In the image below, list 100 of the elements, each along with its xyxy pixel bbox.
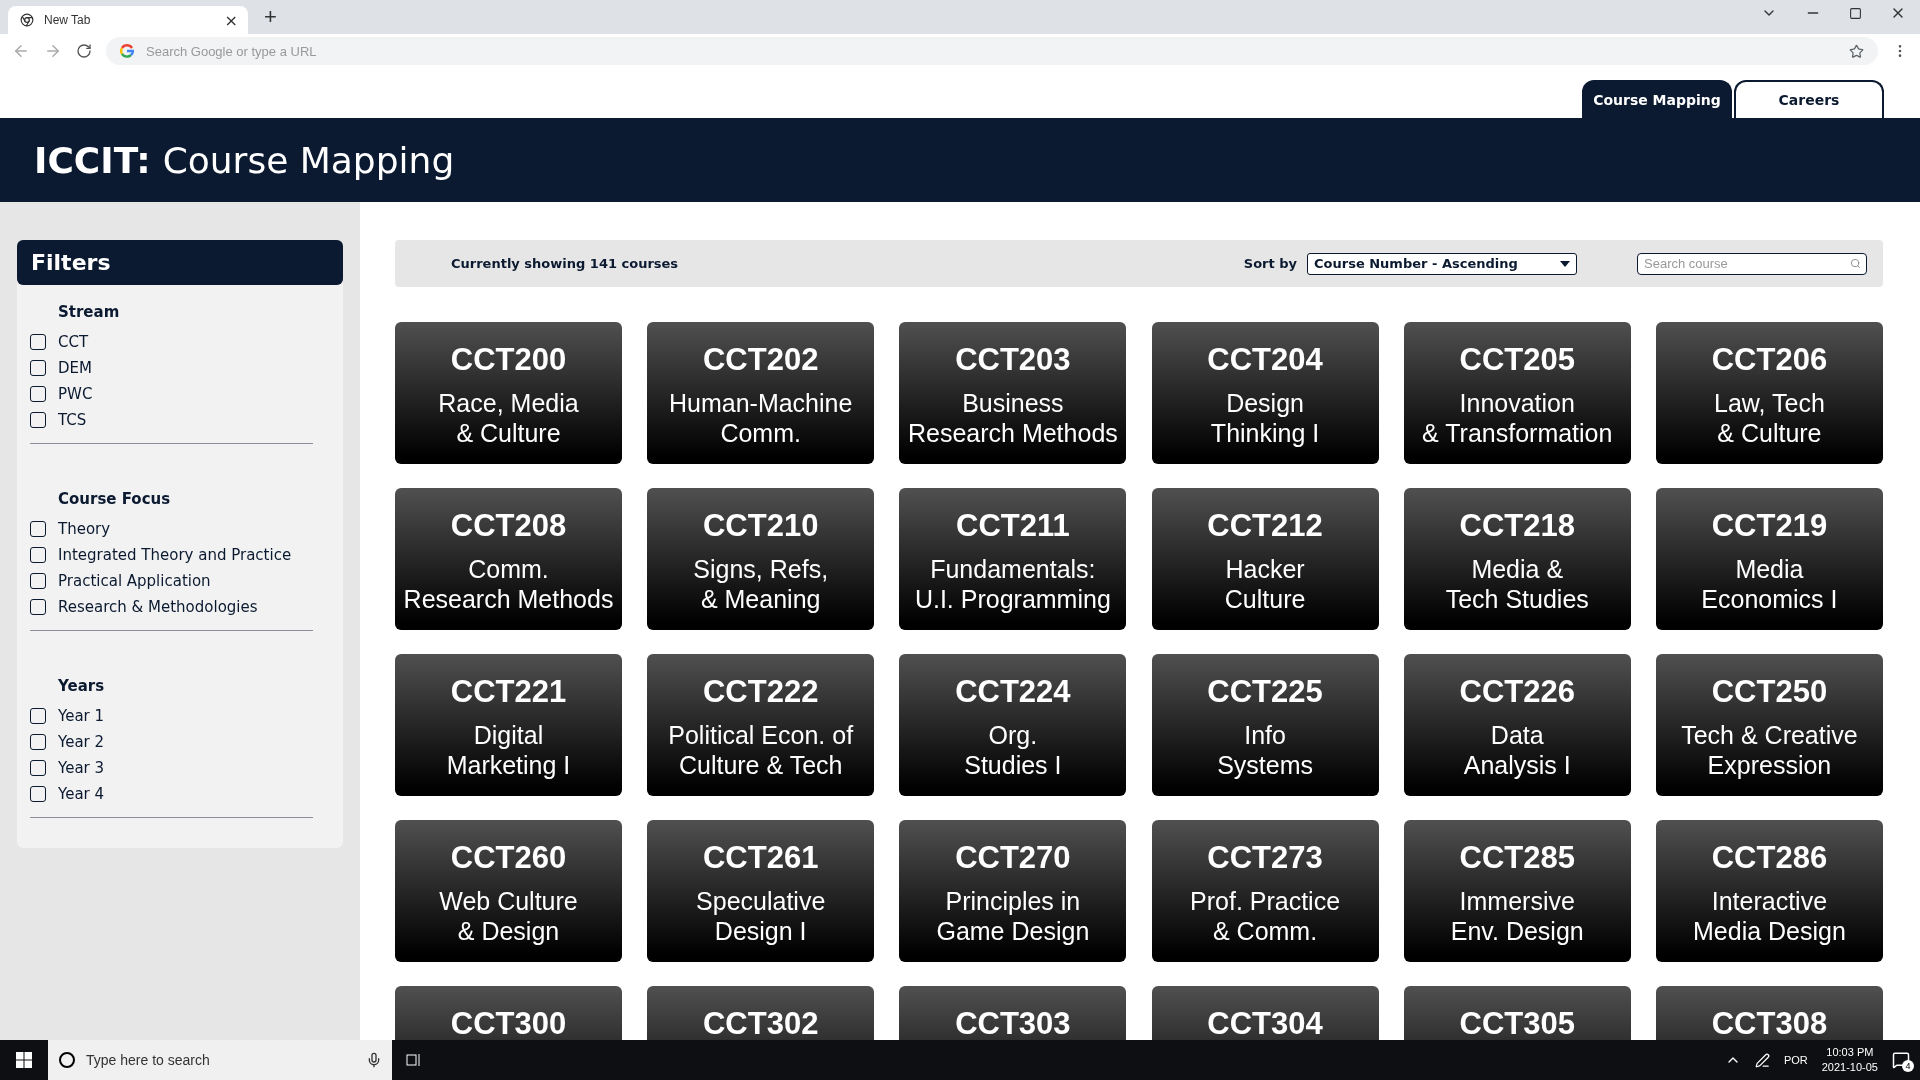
- sort-label: Sort by: [1243, 256, 1297, 271]
- course-card[interactable]: CCT260 Web Culture & Design: [395, 820, 622, 962]
- course-title: Immersive Env. Design: [1450, 886, 1584, 946]
- filter-option[interactable]: Year 2: [30, 729, 313, 755]
- bookmark-star-icon[interactable]: [1849, 43, 1864, 59]
- course-card[interactable]: CCT302: [647, 986, 875, 1040]
- course-card[interactable]: CCT202 Human-Machine Comm.: [647, 322, 875, 464]
- course-code: CCT218: [1459, 508, 1575, 544]
- site-tab[interactable]: Careers: [1734, 80, 1884, 118]
- course-card[interactable]: CCT300: [395, 986, 622, 1040]
- course-card[interactable]: CCT261 Speculative Design I: [647, 820, 875, 962]
- language-indicator[interactable]: POR: [1783, 1054, 1808, 1066]
- checkbox[interactable]: [30, 360, 46, 376]
- checkbox[interactable]: [30, 734, 46, 750]
- filter-option[interactable]: Year 4: [30, 781, 313, 807]
- course-card[interactable]: CCT285 Immersive Env. Design: [1403, 820, 1631, 962]
- clock[interactable]: 10:03 PM 2021-10-05: [1821, 1045, 1878, 1075]
- course-card[interactable]: CCT208 Comm. Research Methods: [395, 488, 622, 630]
- filters-title: Filters: [17, 240, 343, 285]
- course-card[interactable]: CCT203 Business Research Methods: [899, 322, 1127, 464]
- course-card[interactable]: CCT222 Political Econ. of Culture & Tech: [647, 654, 875, 796]
- course-title: Org. Studies I: [964, 720, 1062, 780]
- course-code: CCT250: [1711, 674, 1828, 710]
- filter-option[interactable]: DEM: [30, 355, 313, 381]
- address-bar[interactable]: Search Google or type a URL: [106, 37, 1878, 65]
- course-title: Interactive Media Design: [1693, 886, 1846, 946]
- notification-count: 4: [1902, 1060, 1914, 1072]
- course-card[interactable]: CCT204 Design Thinking I: [1151, 322, 1379, 464]
- filter-group-heading: Stream: [58, 303, 121, 321]
- course-card[interactable]: CCT200 Race, Media & Culture: [395, 322, 622, 464]
- course-title: Digital Marketing I: [446, 720, 571, 780]
- search-circle-icon: [58, 1051, 76, 1069]
- course-code: CCT302: [702, 1006, 819, 1040]
- site-tab[interactable]: Course Mapping: [1582, 80, 1732, 118]
- course-title: Web Culture & Design: [439, 886, 578, 946]
- filter-option[interactable]: TCS: [30, 407, 313, 433]
- checkbox[interactable]: [30, 708, 46, 724]
- checkbox[interactable]: [30, 599, 46, 615]
- course-code: CCT221: [450, 674, 567, 710]
- browser-tab[interactable]: New Tab ×: [8, 6, 248, 34]
- course-card[interactable]: CCT211 Fundamentals: U.I. Programming: [899, 488, 1127, 630]
- course-card[interactable]: CCT218 Media & Tech Studies: [1403, 488, 1631, 630]
- filter-option[interactable]: PWC: [30, 381, 313, 407]
- course-title: Tech & Creative Expression: [1681, 720, 1858, 780]
- checkbox[interactable]: [30, 386, 46, 402]
- close-tab-button[interactable]: ×: [224, 10, 238, 30]
- checkbox[interactable]: [30, 547, 46, 563]
- maximize-icon[interactable]: [1849, 6, 1862, 20]
- new-tab-button[interactable]: +: [260, 4, 281, 30]
- course-code: CCT300: [450, 1006, 567, 1040]
- course-card[interactable]: CCT219 Media Economics I: [1655, 488, 1883, 630]
- address-input[interactable]: Search Google or type a URL: [144, 42, 1839, 60]
- course-title: Business Research Methods: [907, 388, 1118, 448]
- brand-name: ICCIT:: [34, 139, 151, 181]
- sort-dropdown[interactable]: Course Number - Ascending: [1307, 252, 1577, 275]
- course-card[interactable]: CCT250 Tech & Creative Expression: [1655, 654, 1883, 796]
- search-engine-icon: [120, 44, 134, 58]
- checkbox[interactable]: [30, 573, 46, 589]
- course-card[interactable]: CCT305: [1403, 986, 1631, 1040]
- course-card[interactable]: CCT226 Data Analysis I: [1403, 654, 1631, 796]
- checkbox[interactable]: [30, 521, 46, 537]
- taskbar-search-field[interactable]: Type here to search: [48, 1040, 392, 1080]
- microphone-icon[interactable]: [366, 1052, 382, 1068]
- course-search-field[interactable]: Search course: [1637, 252, 1867, 275]
- search-icon: [1850, 257, 1861, 269]
- course-card[interactable]: CCT286 Interactive Media Design: [1655, 820, 1883, 962]
- course-code: CCT226: [1459, 674, 1575, 710]
- pen-icon[interactable]: [1754, 1052, 1770, 1068]
- course-code: CCT202: [702, 342, 819, 378]
- filter-option[interactable]: CCT: [30, 329, 313, 355]
- course-card[interactable]: CCT225 Info Systems: [1151, 654, 1379, 796]
- filter-option[interactable]: Integrated Theory and Practice: [30, 542, 313, 568]
- course-code: CCT273: [1207, 840, 1323, 876]
- filter-option[interactable]: Year 3: [30, 755, 313, 781]
- filter-option[interactable]: Theory: [30, 516, 313, 542]
- checkbox[interactable]: [30, 760, 46, 776]
- course-card[interactable]: CCT308: [1655, 986, 1883, 1040]
- course-card[interactable]: CCT210 Signs, Refs, & Meaning: [647, 488, 875, 630]
- course-card[interactable]: CCT206 Law, Tech & Culture: [1655, 322, 1883, 464]
- checkbox[interactable]: [30, 786, 46, 802]
- course-card[interactable]: CCT270 Principles in Game Design: [899, 820, 1127, 962]
- task-view-icon[interactable]: [406, 1053, 422, 1067]
- course-code: CCT208: [450, 508, 567, 544]
- course-title: Signs, Refs, & Meaning: [693, 554, 829, 614]
- checkbox[interactable]: [30, 334, 46, 350]
- reload-icon[interactable]: [76, 43, 92, 59]
- course-title: Info Systems: [1217, 720, 1313, 780]
- course-card[interactable]: CCT224 Org. Studies I: [899, 654, 1127, 796]
- checkbox[interactable]: [30, 412, 46, 428]
- course-card[interactable]: CCT303: [899, 986, 1127, 1040]
- course-card[interactable]: CCT221 Digital Marketing I: [395, 654, 622, 796]
- filter-option[interactable]: Year 1: [30, 703, 313, 729]
- course-card[interactable]: CCT273 Prof. Practice & Comm.: [1151, 820, 1379, 962]
- course-card[interactable]: CCT304: [1151, 986, 1379, 1040]
- course-card[interactable]: CCT212 Hacker Culture: [1151, 488, 1379, 630]
- course-card[interactable]: CCT205 Innovation & Transformation: [1403, 322, 1631, 464]
- dropdown-arrow-icon: [1560, 260, 1570, 267]
- course-title: Media & Tech Studies: [1445, 554, 1589, 614]
- filter-option[interactable]: Practical Application: [30, 568, 313, 594]
- filter-option[interactable]: Research & Methodologies: [30, 594, 313, 620]
